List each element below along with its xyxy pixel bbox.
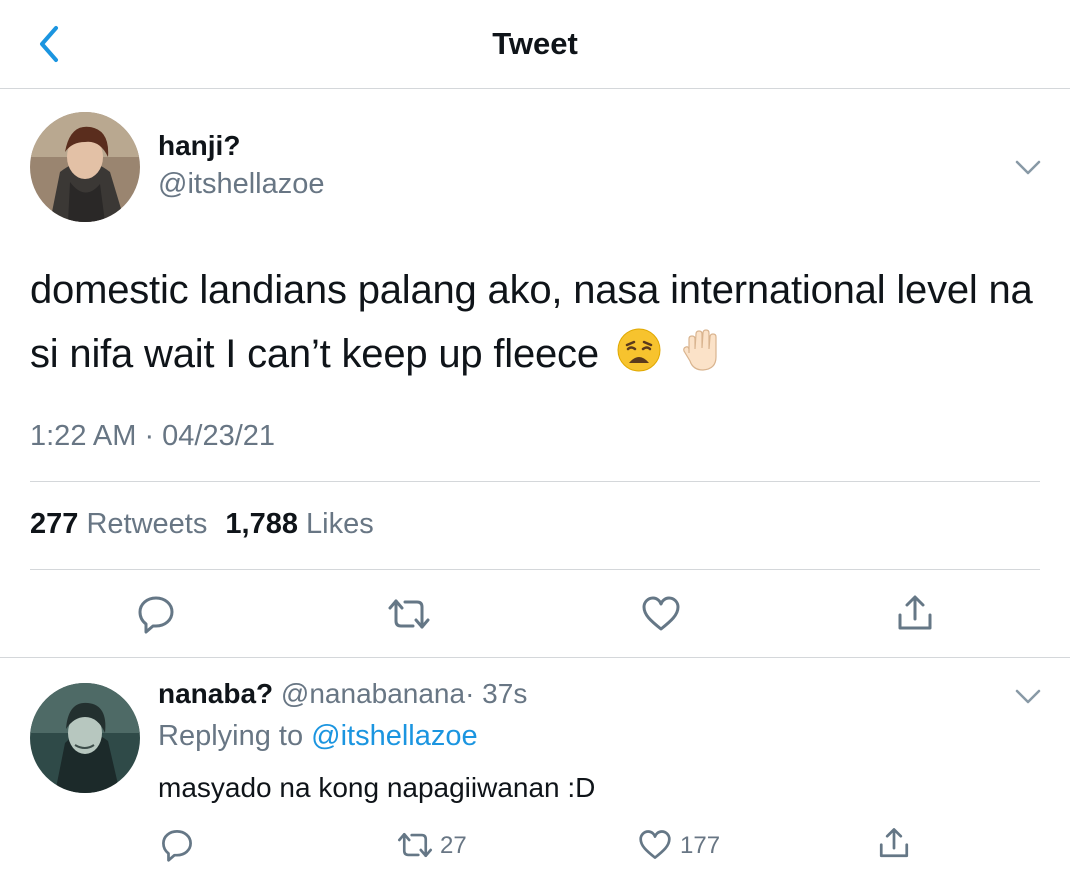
tweet-text: domestic landians palang ako, nasa inter… xyxy=(30,258,1040,386)
tweet-timestamp[interactable]: 1:22 AM · 04/23/21 xyxy=(30,420,275,453)
retweet-icon xyxy=(388,599,430,629)
reply-icon xyxy=(162,830,192,862)
retweets-label[interactable]: Retweets xyxy=(86,508,207,540)
caret-down-icon xyxy=(1015,160,1041,175)
like-icon xyxy=(642,596,680,631)
reply-text: masyado na kong napagiiwanan :D xyxy=(158,772,596,803)
divider xyxy=(30,481,1040,482)
tweet-options-button[interactable] xyxy=(1014,158,1042,178)
author-handle[interactable]: @itshellazoe xyxy=(158,168,324,201)
reply-button[interactable] xyxy=(136,594,176,634)
reply-icon xyxy=(138,596,174,634)
like-count[interactable]: 1,788 xyxy=(225,508,298,540)
reply-like-count[interactable]: 177 xyxy=(680,832,720,860)
replying-to: Replying to @itshellazoe xyxy=(158,720,478,753)
avatar[interactable] xyxy=(30,112,140,222)
reply-retweet-count[interactable]: 27 xyxy=(440,832,467,860)
weary-face-emoji xyxy=(616,327,662,373)
divider xyxy=(30,569,1040,570)
reply-avatar[interactable] xyxy=(30,683,140,793)
reply-author-handle[interactable]: @nanabanana xyxy=(281,678,465,709)
like-icon xyxy=(639,830,671,859)
replying-to-link[interactable]: @itshellazoe xyxy=(311,720,477,752)
tweet-body: domestic landians palang ako, nasa inter… xyxy=(30,268,1033,376)
reply-time: · 37s xyxy=(465,678,528,709)
top-bar: Tweet xyxy=(0,0,1070,89)
reply-author-name[interactable]: nanaba? xyxy=(158,678,273,709)
tweet-stats: 277 Retweets 1,788 Likes xyxy=(30,508,384,541)
reply-reply-button[interactable] xyxy=(160,828,194,862)
retweet-count[interactable]: 277 xyxy=(30,508,78,540)
reply-retweet-button[interactable] xyxy=(396,830,434,860)
reply-share-button[interactable] xyxy=(877,826,911,860)
reply-like-button[interactable] xyxy=(638,829,672,861)
share-icon xyxy=(898,595,932,630)
retweet-icon xyxy=(397,832,433,858)
retweet-button[interactable] xyxy=(386,596,432,632)
page-title: Tweet xyxy=(492,26,578,61)
reply-options-button[interactable] xyxy=(1014,687,1042,707)
likes-label[interactable]: Likes xyxy=(306,508,374,540)
divider xyxy=(0,657,1070,658)
reply-header: nanaba? @nanabanana· 37s xyxy=(158,678,527,710)
raised-hand-emoji xyxy=(679,327,725,373)
caret-down-icon xyxy=(1015,689,1041,704)
replying-to-prefix: Replying to xyxy=(158,720,304,752)
share-button[interactable] xyxy=(895,593,935,633)
share-icon xyxy=(879,828,909,858)
like-button[interactable] xyxy=(641,595,681,633)
author-name[interactable]: hanji? xyxy=(158,130,240,162)
